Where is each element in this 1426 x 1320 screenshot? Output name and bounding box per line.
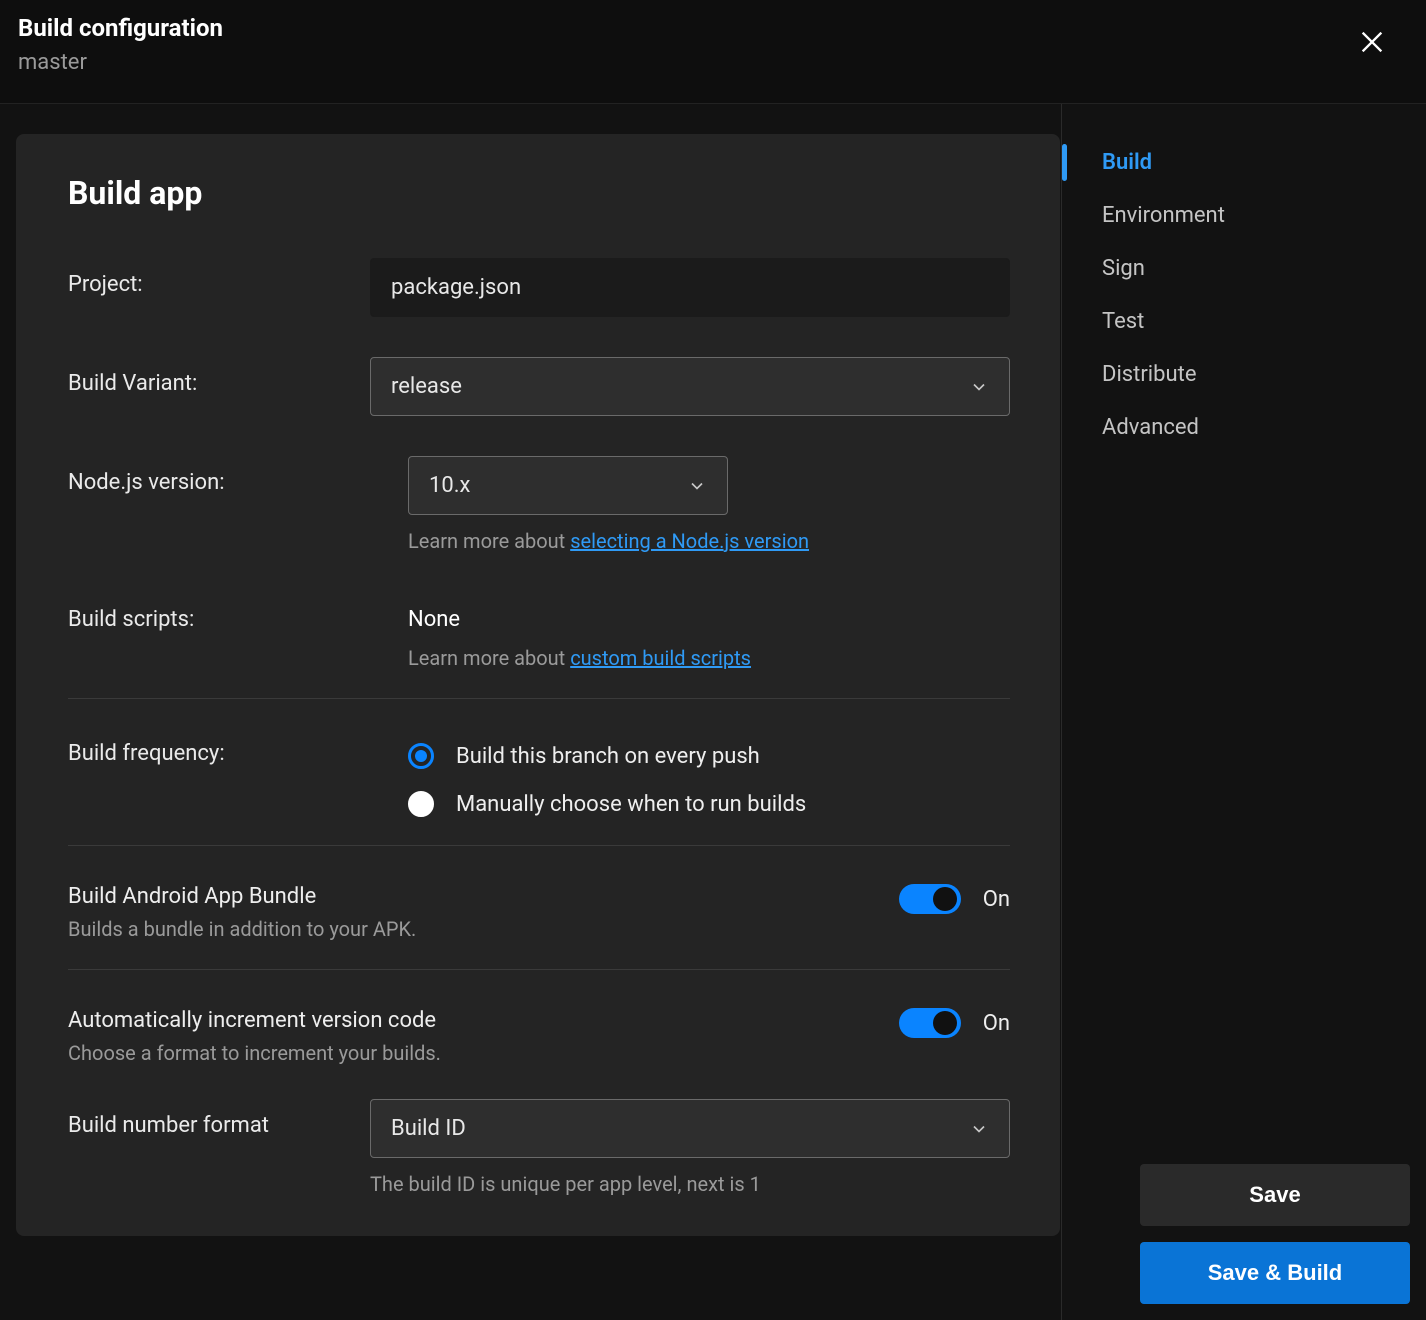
chevron-down-icon <box>969 377 989 397</box>
increment-text: Automatically increment version code Cho… <box>68 1008 441 1065</box>
row-app-bundle: Build Android App Bundle Builds a bundle… <box>68 884 1010 941</box>
save-button[interactable]: Save <box>1140 1164 1410 1226</box>
build-app-panel: Build app Project: package.json Build Va… <box>16 134 1060 1236</box>
divider <box>68 698 1010 699</box>
save-and-build-button[interactable]: Save & Build <box>1140 1242 1410 1304</box>
increment-title: Automatically increment version code <box>68 1008 441 1033</box>
build-variant-select[interactable]: release <box>370 357 1010 416</box>
toggle-knob <box>933 887 957 911</box>
project-value: package.json <box>391 275 521 300</box>
row-build-variant: Build Variant: release <box>68 357 1010 416</box>
main-column: Build app Project: package.json Build Va… <box>0 104 1062 1320</box>
label-build-number-format: Build number format <box>68 1099 370 1138</box>
label-build-frequency: Build frequency: <box>68 737 408 766</box>
frequency-option-manual[interactable]: Manually choose when to run builds <box>408 791 1010 817</box>
nav-item-test[interactable]: Test <box>1062 297 1426 346</box>
build-number-helper: The build ID is unique per app level, ne… <box>370 1172 1010 1196</box>
close-icon <box>1358 28 1386 56</box>
row-increment: Automatically increment version code Cho… <box>68 1008 1010 1065</box>
nav-item-sign[interactable]: Sign <box>1062 244 1426 293</box>
row-build-frequency: Build frequency: Build this branch on ev… <box>68 737 1010 817</box>
nav-item-build[interactable]: Build <box>1062 138 1426 187</box>
project-field[interactable]: package.json <box>370 258 1010 317</box>
frequency-option-every-push[interactable]: Build this branch on every push <box>408 743 1010 769</box>
divider <box>68 969 1010 970</box>
increment-toggle[interactable] <box>899 1008 961 1038</box>
node-version-select[interactable]: 10.x <box>408 456 728 515</box>
frequency-radio-group: Build this branch on every push Manually… <box>408 737 1010 817</box>
frequency-option-1-label: Build this branch on every push <box>456 744 760 769</box>
increment-control: On <box>899 1008 1010 1038</box>
app-bundle-sub: Builds a bundle in addition to your APK. <box>68 917 416 941</box>
label-project: Project: <box>68 258 370 297</box>
side-nav: Build Environment Sign Test Distribute A… <box>1062 104 1426 1320</box>
build-number-value: Build ID <box>391 1116 466 1141</box>
toggle-knob <box>933 1011 957 1035</box>
row-build-number-format: Build number format Build ID The build I… <box>68 1099 1010 1196</box>
body: Build app Project: package.json Build Va… <box>0 104 1426 1320</box>
chevron-down-icon <box>969 1119 989 1139</box>
radio-selected-icon <box>408 743 434 769</box>
close-button[interactable] <box>1352 22 1392 62</box>
node-version-value: 10.x <box>429 473 470 498</box>
app-bundle-toggle[interactable] <box>899 884 961 914</box>
footer-buttons: Save Save & Build <box>1140 1164 1410 1304</box>
node-helper-link[interactable]: selecting a Node.js version <box>570 529 809 553</box>
scripts-helper-prefix: Learn more about <box>408 646 570 670</box>
nav-list: Build Environment Sign Test Distribute A… <box>1062 138 1426 452</box>
build-scripts-value: None <box>408 593 1010 632</box>
panel-title: Build app <box>68 174 1010 212</box>
row-project: Project: package.json <box>68 258 1010 317</box>
build-variant-value: release <box>391 374 462 399</box>
app-bundle-text: Build Android App Bundle Builds a bundle… <box>68 884 416 941</box>
scripts-helper-link[interactable]: custom build scripts <box>570 646 751 670</box>
app-bundle-state: On <box>983 887 1010 912</box>
nav-item-distribute[interactable]: Distribute <box>1062 350 1426 399</box>
chevron-down-icon <box>687 476 707 496</box>
app-bundle-control: On <box>899 884 1010 914</box>
scripts-helper: Learn more about custom build scripts <box>408 646 1010 670</box>
header-bar: Build configuration master <box>0 0 1426 104</box>
row-node-version: Node.js version: 10.x Learn more about s… <box>68 456 1010 553</box>
nav-item-environment[interactable]: Environment <box>1062 191 1426 240</box>
branch-name: master <box>18 50 223 75</box>
divider <box>68 845 1010 846</box>
label-node-version: Node.js version: <box>68 456 408 495</box>
header-titles: Build configuration master <box>18 14 223 75</box>
app-bundle-title: Build Android App Bundle <box>68 884 416 909</box>
frequency-option-2-label: Manually choose when to run builds <box>456 792 806 817</box>
label-build-scripts: Build scripts: <box>68 593 408 632</box>
nav-item-advanced[interactable]: Advanced <box>1062 403 1426 452</box>
node-helper: Learn more about selecting a Node.js ver… <box>408 529 1010 553</box>
page-title: Build configuration <box>18 14 223 42</box>
build-number-select[interactable]: Build ID <box>370 1099 1010 1158</box>
increment-sub: Choose a format to increment your builds… <box>68 1041 441 1065</box>
radio-unselected-icon <box>408 791 434 817</box>
label-build-variant: Build Variant: <box>68 357 370 396</box>
row-build-scripts: Build scripts: None Learn more about cus… <box>68 593 1010 670</box>
increment-state: On <box>983 1011 1010 1036</box>
node-helper-prefix: Learn more about <box>408 529 570 553</box>
